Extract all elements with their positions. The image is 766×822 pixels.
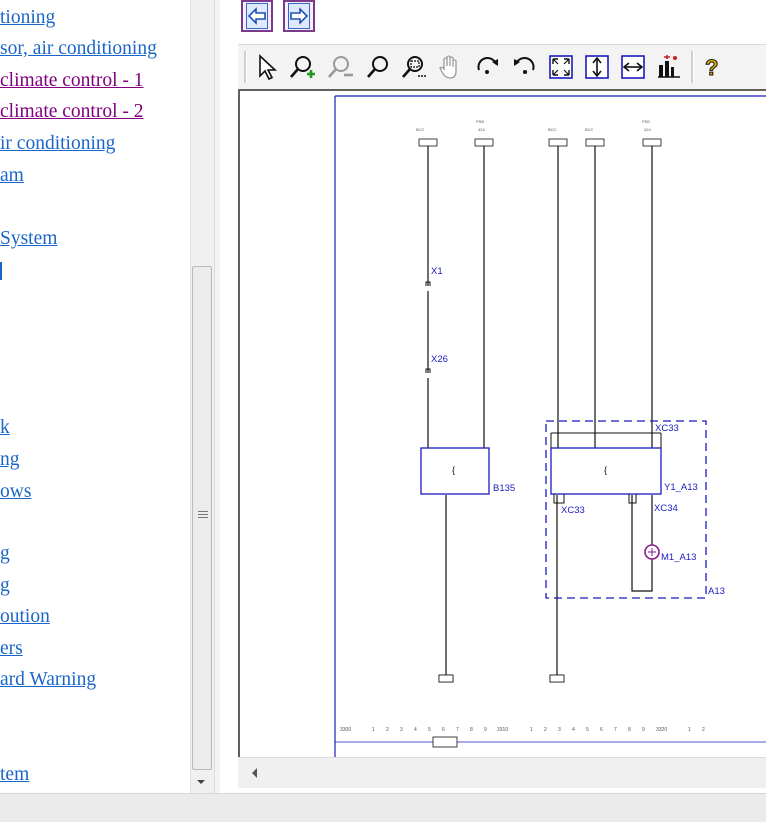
grip-icon (198, 511, 208, 523)
nav-link-8[interactable]: k (0, 417, 10, 439)
wiring-diagram: BCC PSB 424 BCC BCC PSD 424 {{3300 331… (334, 95, 766, 757)
svg-text:424: 424 (644, 127, 651, 132)
scroll-down-arrow-icon[interactable] (197, 780, 205, 784)
ruler-digit: 2 (386, 727, 389, 733)
ruler-digit: 4 (572, 727, 575, 733)
ruler-seg3: 3320 (656, 727, 667, 733)
connector-tabs (418, 138, 662, 748)
forward-button[interactable] (283, 0, 315, 32)
svg-text:PSB: PSB (476, 119, 484, 124)
drawing-frame (334, 95, 766, 757)
ruler-digit: 8 (628, 727, 631, 733)
zoom-out-icon[interactable] (326, 53, 354, 81)
label-y1-a13: Y1_A13 (664, 482, 698, 493)
status-bar (0, 793, 766, 822)
nav-link-13[interactable]: oution (0, 606, 50, 628)
nav-link-10[interactable]: ows (0, 481, 31, 503)
fit-height-icon[interactable] (583, 53, 611, 81)
rotate-left-icon[interactable] (510, 53, 538, 81)
ruler-digit: 8 (470, 727, 473, 733)
nav-link-4[interactable]: climate control - 2 (0, 101, 144, 123)
nav-link-11[interactable]: g (0, 543, 10, 565)
zoom-icon[interactable] (364, 53, 392, 81)
label-xc33-bottom: XC33 (561, 505, 585, 516)
forward-arrow-icon (288, 3, 310, 29)
pan-hand-icon[interactable] (436, 53, 464, 81)
ground-tabs (438, 674, 565, 683)
label-a13: A13 (708, 586, 725, 597)
label-xc34: XC34 (654, 503, 678, 514)
ruler-digit: 4 (414, 727, 417, 733)
svg-text:{: { (452, 465, 455, 475)
nav-bullet-mark (0, 262, 2, 280)
diagram-pane: ? BCC PSB 424 BCC BCC PSD 424 {{3300 3… (220, 0, 766, 793)
ruler-digit: 1 (372, 727, 375, 733)
label-x1: X1 (431, 266, 443, 277)
rotate-right-icon[interactable] (474, 53, 502, 81)
nav-link-6[interactable]: am (0, 165, 24, 187)
nav-link-3[interactable]: climate control - 1 (0, 70, 144, 92)
ruler-digit: 7 (456, 727, 459, 733)
svg-text:PSD: PSD (642, 119, 650, 124)
nav-link-7[interactable]: System (0, 228, 57, 250)
label-xc33-top: XC33 (655, 423, 679, 434)
wires (427, 146, 653, 675)
scroll-left-arrow-icon[interactable] (252, 768, 257, 778)
label-x26: X26 (431, 354, 448, 365)
wire-codes: BCC PSB 424 BCC BCC PSD 424 (416, 119, 651, 132)
fit-width-icon[interactable] (619, 53, 647, 81)
svg-text:BCC: BCC (585, 127, 594, 132)
nav-link-12[interactable]: g (0, 575, 10, 597)
ruler-seg1: 3300 (340, 727, 351, 733)
fit-page-icon[interactable] (547, 53, 575, 81)
svg-text:?: ? (705, 55, 718, 80)
svg-text:{: { (604, 465, 607, 475)
viewer-toolbar: ? (238, 44, 766, 89)
schematic-labels: X1 X26 XC33 B135 XC33 XC34 Y1_A13 M1_A13… (431, 266, 725, 597)
nav-link-15[interactable]: ard Warning (0, 669, 96, 691)
label-b135: B135 (493, 483, 515, 494)
scrollbar-thumb[interactable] (192, 266, 212, 770)
label-m1-a13: M1_A13 (661, 552, 696, 563)
svg-text:424: 424 (478, 127, 485, 132)
help-icon[interactable]: ? (700, 53, 728, 81)
ruler-digit: 6 (600, 727, 603, 733)
motor-m1-a13 (644, 544, 660, 560)
ruler-digit: 5 (428, 727, 431, 733)
ruler-digit: 3 (400, 727, 403, 733)
properties-icon[interactable] (655, 53, 683, 81)
toolbar-separator (691, 51, 694, 83)
nav-link-16[interactable]: tem (0, 764, 29, 786)
nav-link-5[interactable]: ir conditioning (0, 133, 115, 155)
nav-link-1[interactable]: tioning (0, 7, 55, 29)
svg-text:BCC: BCC (548, 127, 557, 132)
ruler-digit: 1 (688, 727, 691, 733)
ruler-digit: 1 (530, 727, 533, 733)
ruler-digit: 2 (702, 727, 705, 733)
nav-link-2[interactable]: sor, air conditioning (0, 38, 157, 60)
ruler-digit: 9 (484, 727, 487, 733)
ruler-digit: 3 (558, 727, 561, 733)
ruler-numbers: 3300 3310 3320 1 2 3 4 5 6 7 8 9 1 2 3 4… (340, 727, 705, 733)
toolbar-separator (244, 51, 247, 83)
ruler-digit: 7 (614, 727, 617, 733)
ruler-digit: 9 (642, 727, 645, 733)
diagram-horizontal-scrollbar[interactable] (238, 757, 766, 788)
ruler-digit: 5 (586, 727, 589, 733)
zoom-in-icon[interactable] (288, 53, 316, 81)
topic-list-scrollbar[interactable] (190, 0, 215, 793)
nav-link-9[interactable]: ng (0, 449, 20, 471)
svg-text:BCC: BCC (416, 127, 425, 132)
back-button[interactable] (241, 0, 273, 32)
topic-list-pane: tioning sor, air conditioning climate co… (0, 0, 190, 793)
ruler-digit: 6 (442, 727, 445, 733)
zoom-window-icon[interactable] (400, 53, 428, 81)
diagram-viewer[interactable]: BCC PSB 424 BCC BCC PSD 424 {{3300 331… (238, 89, 766, 757)
select-pointer-icon[interactable] (254, 53, 282, 81)
nav-link-14[interactable]: ers (0, 638, 23, 660)
ruler-digit: 2 (544, 727, 547, 733)
ruler-seg2: 3310 (497, 727, 508, 733)
back-arrow-icon (246, 3, 268, 29)
